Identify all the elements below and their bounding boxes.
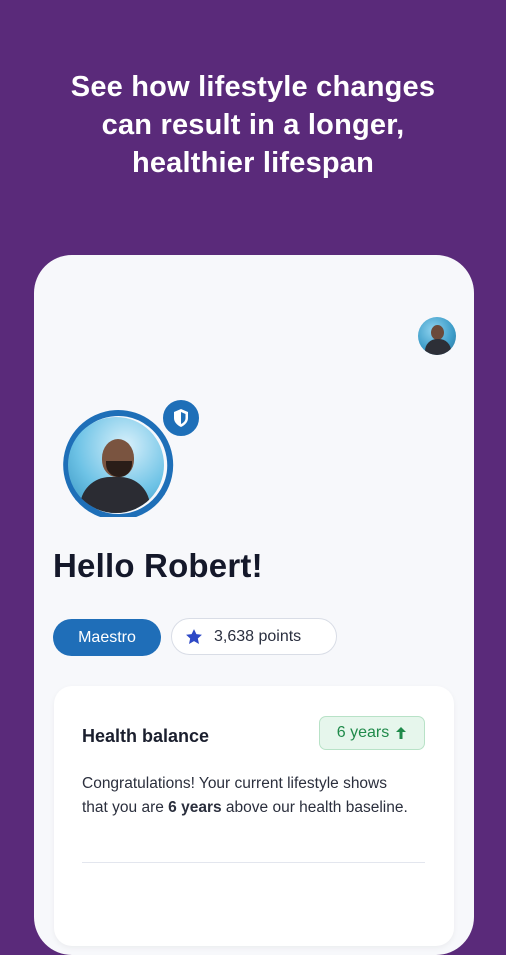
description-text-after: above our health baseline.: [221, 799, 408, 816]
health-balance-title: Health balance: [82, 726, 210, 746]
shield-icon: [160, 397, 202, 439]
avatar-head: [431, 325, 444, 340]
headline-line-3: healthier lifespan: [131, 147, 375, 179]
health-balance-description: Congratulations! Your current lifestyle …: [82, 772, 412, 820]
health-balance-card[interactable]: Health balance 6 years Congratulations! …: [54, 686, 454, 946]
photo-body: [80, 477, 150, 513]
tier-badge[interactable]: Maestro: [53, 619, 161, 656]
description-highlight: 6 years: [168, 799, 222, 816]
years-badge-label: 6 years: [336, 724, 390, 741]
arrow-up-icon: [396, 727, 407, 739]
profile-photo: [68, 417, 164, 513]
app-screen-card: Hello Robert! Maestro 3,638 points Healt…: [34, 255, 474, 955]
greeting-title: Hello Robert!: [53, 547, 263, 584]
years-badge: 6 years: [319, 716, 425, 750]
avatar-body: [425, 339, 451, 355]
card-divider: [82, 862, 425, 863]
profile-avatar-button[interactable]: [418, 317, 456, 355]
promo-headline: See how lifestyle changes can result in …: [0, 68, 506, 182]
profile-photo-ring[interactable]: [56, 397, 202, 517]
points-pill[interactable]: 3,638 points: [171, 618, 337, 655]
headline-line-2: can result in a longer,: [101, 109, 405, 141]
star-icon: [186, 628, 202, 644]
points-label: 3,638 points: [214, 627, 302, 645]
headline-line-1: See how lifestyle changes: [70, 71, 436, 103]
shield-glyph: [174, 409, 188, 427]
